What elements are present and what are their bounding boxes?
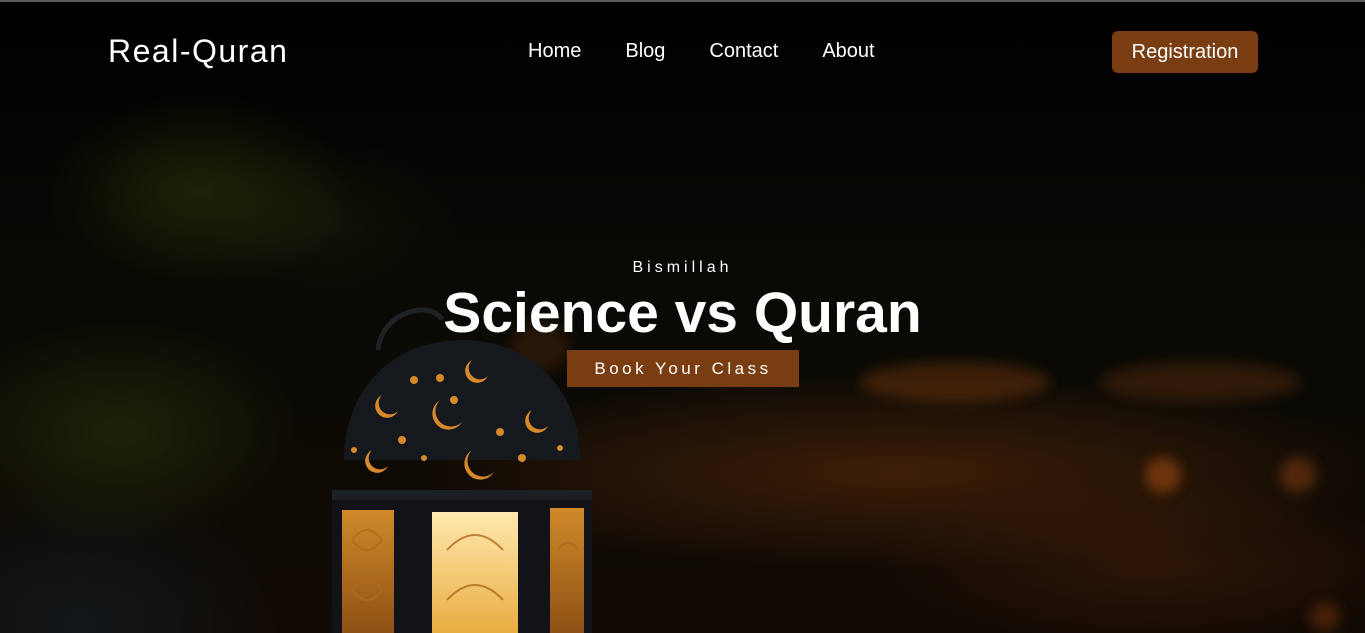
hero-title: Science vs Quran xyxy=(443,281,922,345)
nav-link-home[interactable]: Home xyxy=(528,40,581,63)
nav-link-blog[interactable]: Blog xyxy=(625,40,665,63)
nav-link-about[interactable]: About xyxy=(822,40,874,63)
book-class-button[interactable]: Book Your Class xyxy=(567,350,799,387)
brand-logo-text[interactable]: Real-Quran xyxy=(108,33,288,70)
lantern-image xyxy=(332,307,592,633)
main-nav: Home Blog Contact About xyxy=(528,40,875,63)
nav-link-contact[interactable]: Contact xyxy=(709,40,778,63)
registration-button[interactable]: Registration xyxy=(1112,31,1258,73)
hero-kicker: Bismillah xyxy=(632,259,733,276)
